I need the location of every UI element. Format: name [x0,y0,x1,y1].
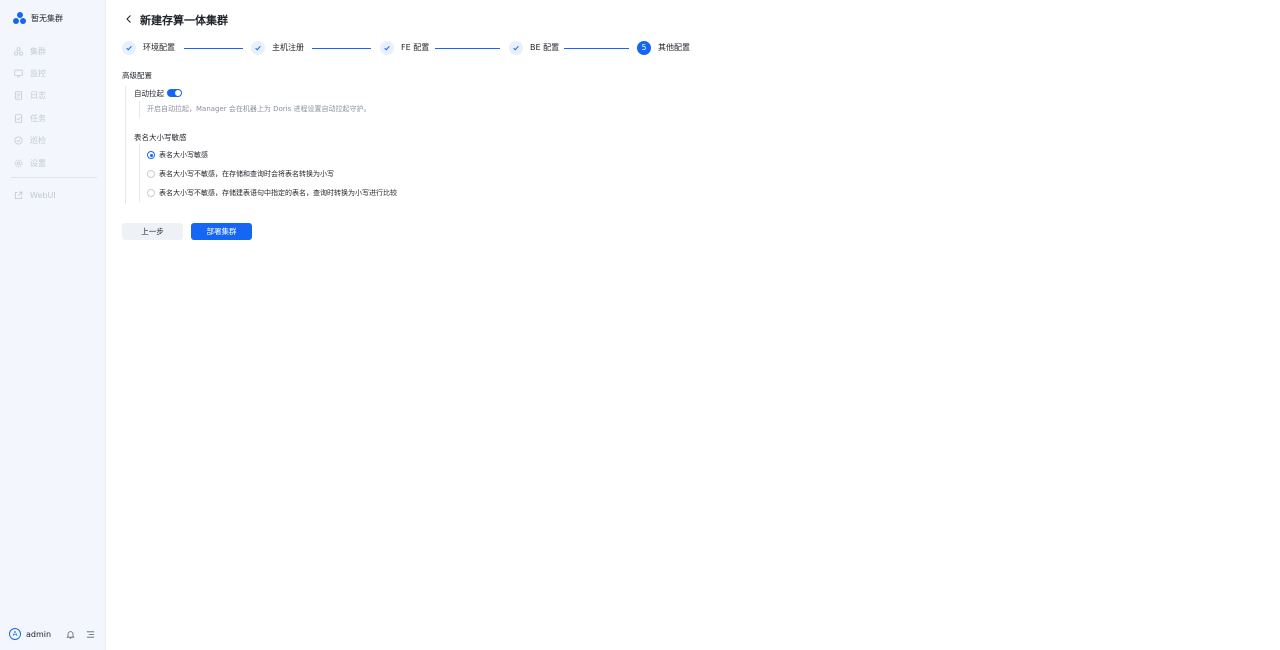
brand-name: 暂无集群 [31,14,63,23]
toggle-knob [175,90,181,96]
step-environment[interactable]: 环境配置 [122,40,175,55]
step-number: 5 [637,40,651,55]
monitor-icon [14,69,23,78]
sidebar-item-label: 设置 [30,158,46,168]
auto-restart-toggle[interactable] [167,89,182,97]
radio-button[interactable] [147,151,155,159]
sidebar-item-settings[interactable]: 设置 [14,152,46,174]
step-label: BE 配置 [530,43,560,52]
sidebar-divider [11,177,97,178]
check-icon [122,40,136,55]
avatar: A [9,628,21,640]
step-fe[interactable]: FE 配置 [380,40,429,55]
step-other[interactable]: 5 其他配置 [637,40,690,55]
page-title: 新建存算一体集群 [140,14,228,27]
radio-label: 表名大小写不敏感，在存储和查询时会将表名转换为小写 [159,170,334,178]
check-icon [509,40,523,55]
sidebar-item-monitor[interactable]: 监控 [14,62,46,84]
check-icon [380,40,394,55]
sidebar-item-inspection[interactable]: 巡检 [14,130,46,152]
auto-restart-label: 自动拉起 [134,89,164,98]
step-connector [435,48,500,49]
radio-label: 表名大小写不敏感，存储建表语句中指定的表名，查询时转换为小写进行比较 [159,189,397,197]
step-connector [564,48,629,49]
sidebar-item-label: 日志 [30,91,46,101]
sidebar-item-label: WebUI [30,190,56,200]
radio-button[interactable] [147,170,155,178]
case-sensitivity-title: 表名大小写敏感 [134,133,187,142]
deploy-cluster-button[interactable]: 部署集群 [191,223,252,240]
menu-icon[interactable] [86,630,95,639]
sidebar-item-label: 任务 [30,113,46,123]
step-label: 主机注册 [272,43,304,52]
section-title: 高级配置 [122,71,152,80]
description-rail [139,101,140,118]
radio-label: 表名大小写敏感 [159,151,208,159]
brand[interactable]: 暂无集群 [13,12,63,25]
step-connector [312,48,371,49]
sidebar-item-label: 集群 [30,46,46,56]
username: admin [26,629,52,639]
step-label: 环境配置 [143,43,175,52]
radio-case-insensitive-compare[interactable]: 表名大小写不敏感，存储建表语句中指定的表名，查询时转换为小写进行比较 [147,188,397,198]
bell-icon[interactable] [66,630,75,639]
sidebar-item-webui[interactable]: WebUI [14,184,56,206]
sidebar-nav: 集群 监控 日志 任务 巡检 设置 [14,40,46,174]
sidebar: 暂无集群 集群 监控 日志 任务 巡检 设置 WebUI A admin [0,0,106,650]
step-label: FE 配置 [401,43,430,52]
sidebar-item-cluster[interactable]: 集群 [14,40,46,62]
step-label: 其他配置 [658,43,690,52]
radio-case-sensitive[interactable]: 表名大小写敏感 [147,150,208,160]
step-be[interactable]: BE 配置 [509,40,559,55]
main-content: 新建存算一体集群 环境配置 主机注册 FE 配置 BE 配置 5 其他配置 高级… [106,0,1280,650]
brand-logo-icon [13,12,26,25]
back-arrow-icon[interactable] [124,14,134,24]
radio-case-insensitive-lower[interactable]: 表名大小写不敏感，在存储和查询时会将表名转换为小写 [147,169,334,179]
prev-step-button[interactable]: 上一步 [122,223,183,240]
log-icon [14,91,23,101]
sidebar-item-task[interactable]: 任务 [14,107,46,129]
auto-restart-description: 开启自动拉起，Manager 会在机器上为 Doris 进程设置自动拉起守护。 [147,105,371,113]
user-menu[interactable]: A admin [9,628,51,640]
check-icon [251,40,265,55]
step-host[interactable]: 主机注册 [251,40,304,55]
radio-button[interactable] [147,189,155,197]
gear-icon [14,159,23,168]
sidebar-item-label: 监控 [30,69,46,79]
radio-group-rail [139,144,140,202]
inspection-icon [14,136,23,145]
sidebar-item-log[interactable]: 日志 [14,85,46,107]
task-icon [14,114,23,123]
step-connector [184,48,243,49]
external-link-icon [14,191,23,200]
section-rail [125,86,126,204]
cluster-icon [14,46,23,56]
sidebar-item-label: 巡检 [30,136,46,146]
stepper: 环境配置 主机注册 FE 配置 BE 配置 5 其他配置 [122,40,722,56]
